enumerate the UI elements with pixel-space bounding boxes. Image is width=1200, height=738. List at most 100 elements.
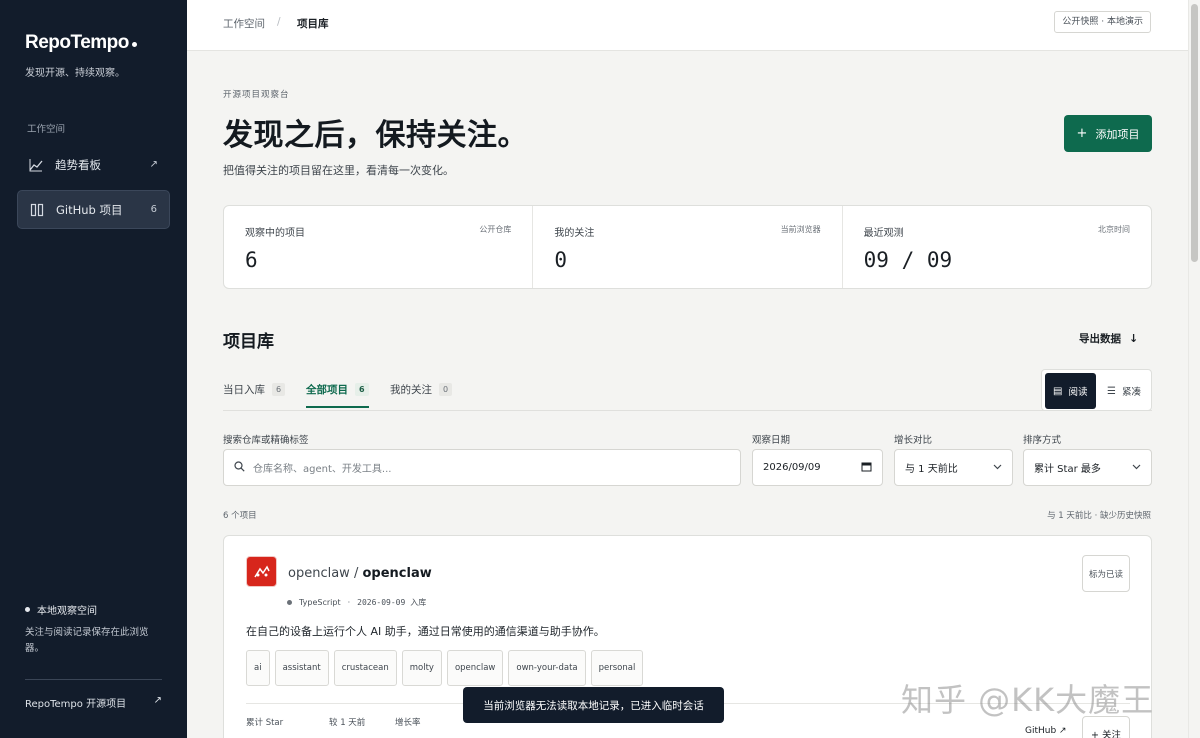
stat-label: 观察中的项目 (245, 228, 305, 239)
tab-label: 当日入库 (223, 384, 265, 396)
stat-label: 我的关注 (554, 228, 595, 239)
view-read-button[interactable]: ▤ 阅读 (1045, 373, 1096, 409)
mark-read-button[interactable]: 标为已读 (1082, 555, 1130, 592)
stat-label: 最近观测 (863, 228, 904, 239)
tab-label: 我的关注 (390, 384, 432, 396)
search-input[interactable]: 仓库名称、agent、开发工具... (223, 449, 741, 486)
result-count: 6 个项目 (223, 511, 257, 521)
stat-hint: 公开仓库 (479, 225, 512, 234)
tab-today[interactable]: 当日入库 6 (223, 382, 286, 397)
breadcrumb-separator: / (277, 16, 281, 28)
open-source-link-label: RepoTempo 开源项目 (25, 699, 127, 710)
open-source-link[interactable]: RepoTempo 开源项目 ↗ (25, 695, 162, 710)
topbar: 工作空间 / 项目库 公开快照 · 本地演示 (187, 0, 1188, 51)
add-project-button[interactable]: + 添加项目 (1064, 115, 1152, 152)
download-arrow-icon: ↓ (1129, 332, 1139, 345)
repo-name: openclaw (362, 566, 432, 581)
export-data-button[interactable]: 导出数据 ↓ (1079, 331, 1138, 346)
sidebar: RepoTempo 发现开源、持续观察。 工作空间 趋势看板 ↗ GitHub … (0, 0, 187, 738)
repo-added-date: 2026-09-09 (357, 598, 406, 607)
tab-count: 0 (439, 383, 453, 396)
chevron-down-icon (1132, 463, 1141, 473)
sort-label: 排序方式 (1023, 435, 1062, 446)
list-icon: ☰ (1107, 385, 1116, 397)
stat-last-observed: 最近观测 北京时间 09 / 09 (843, 206, 1151, 288)
chevron-down-icon (993, 463, 1002, 473)
stat-hint: 当前浏览器 (780, 225, 821, 234)
date-picker[interactable]: 2026/09/09 (752, 449, 883, 486)
repo-language: TypeScript (299, 598, 341, 607)
tab-count: 6 (355, 383, 369, 396)
tag-chip[interactable]: crustacean (333, 650, 397, 686)
stat-hint: 北京时间 (1097, 225, 1130, 234)
sort-value: 累计 Star 最多 (1034, 464, 1101, 475)
tab-my-follows[interactable]: 我的关注 0 (390, 382, 453, 397)
stat-watching: 观察中的项目 公开仓库 6 (224, 206, 534, 288)
external-link-icon: ↗ (149, 159, 158, 170)
active-tab-indicator (306, 406, 369, 408)
compare-label: 增长对比 (894, 435, 933, 446)
tab-all-projects[interactable]: 全部项目 6 (306, 382, 369, 397)
view-compact-label: 紧凑 (1121, 387, 1141, 398)
comparison-note: 与 1 天前比 · 缺少历史快照 (1047, 511, 1151, 521)
date-label: 观察日期 (752, 435, 791, 446)
tag-chip[interactable]: personal (590, 650, 644, 686)
library-title: 项目库 (223, 332, 274, 352)
view-mode-toggle: ▤ 阅读 ☰ 紧凑 (1041, 369, 1152, 411)
sidebar-item-label: GitHub 项目 (56, 202, 123, 217)
page-scrollbar[interactable] (1188, 0, 1200, 738)
search-icon (234, 460, 245, 475)
sidebar-item-count: 6 (150, 204, 157, 215)
sidebar-item-trends[interactable]: 趋势看板 ↗ (17, 145, 170, 184)
stat-value: 6 (245, 248, 258, 272)
meta-separator: · (347, 598, 351, 607)
sidebar-section-label: 工作空间 (27, 124, 66, 135)
tag-chip[interactable]: assistant (274, 650, 329, 686)
stat-value: 09 / 09 (863, 248, 953, 272)
github-link[interactable]: GitHub ↗ (1025, 726, 1067, 736)
tag-chip[interactable]: molty (401, 650, 442, 686)
repo-added-label: 入库 (410, 598, 427, 607)
snapshot-badge: 公开快照 · 本地演示 (1054, 11, 1151, 33)
session-toast: 当前浏览器无法读取本地记录，已进入临时会话 (463, 687, 724, 723)
sidebar-item-github-projects[interactable]: GitHub 项目 6 (17, 190, 170, 229)
plus-icon: + (1076, 126, 1088, 141)
compare-select[interactable]: 与 1 天前比 (894, 449, 1013, 486)
date-value: 2026/09/09 (763, 462, 821, 473)
tab-label: 全部项目 (306, 384, 348, 396)
repo-description: 在自己的设备上运行个人 AI 助手，通过日常使用的通信渠道与助手协作。 (246, 625, 605, 638)
repo-tags: ai assistant crustacean molty openclaw o… (246, 650, 648, 686)
trend-chart-icon (29, 158, 43, 172)
watermark: 知乎 @KK大魔王 (901, 681, 1155, 719)
page-subtitle: 把值得关注的项目留在这里，看清每一次变化。 (223, 164, 454, 177)
search-placeholder: 仓库名称、agent、开发工具... (253, 464, 392, 475)
reader-icon: ▤ (1053, 385, 1063, 397)
tag-chip[interactable]: ai (246, 650, 270, 686)
local-space-title: 本地观察空间 (25, 602, 97, 617)
view-compact-button[interactable]: ☰ 紧凑 (1099, 373, 1150, 409)
stat-growth-label: 增长率 (395, 718, 421, 728)
tag-chip[interactable]: own-your-data (508, 650, 586, 686)
breadcrumb-workspace[interactable]: 工作空间 (223, 16, 265, 31)
sort-select[interactable]: 累计 Star 最多 (1023, 449, 1152, 486)
language-dot-icon (287, 600, 292, 605)
sidebar-item-label: 趋势看板 (55, 157, 101, 172)
scrollbar-thumb[interactable] (1191, 4, 1198, 262)
repo-owner: openclaw (288, 566, 350, 581)
external-link-icon: ↗ (153, 695, 162, 706)
repo-avatar[interactable] (246, 556, 277, 587)
status-dot-icon (25, 607, 30, 612)
app-logo[interactable]: RepoTempo (25, 32, 137, 54)
page-title: 发现之后，保持关注。 (223, 118, 528, 153)
sidebar-divider (25, 679, 162, 680)
add-project-label: 添加项目 (1095, 127, 1140, 141)
local-space-description: 关注与阅读记录保存在此浏览器。 (25, 627, 149, 654)
compare-value: 与 1 天前比 (905, 464, 958, 475)
tag-chip[interactable]: openclaw (446, 650, 504, 686)
stat-following: 我的关注 当前浏览器 0 (533, 206, 843, 288)
columns-icon (30, 203, 44, 217)
app-tagline: 发现开源、持续观察。 (25, 68, 125, 79)
breadcrumb-current: 项目库 (297, 18, 329, 30)
repo-title-link[interactable]: openclaw / openclaw (288, 566, 432, 581)
calendar-icon[interactable] (861, 461, 872, 475)
